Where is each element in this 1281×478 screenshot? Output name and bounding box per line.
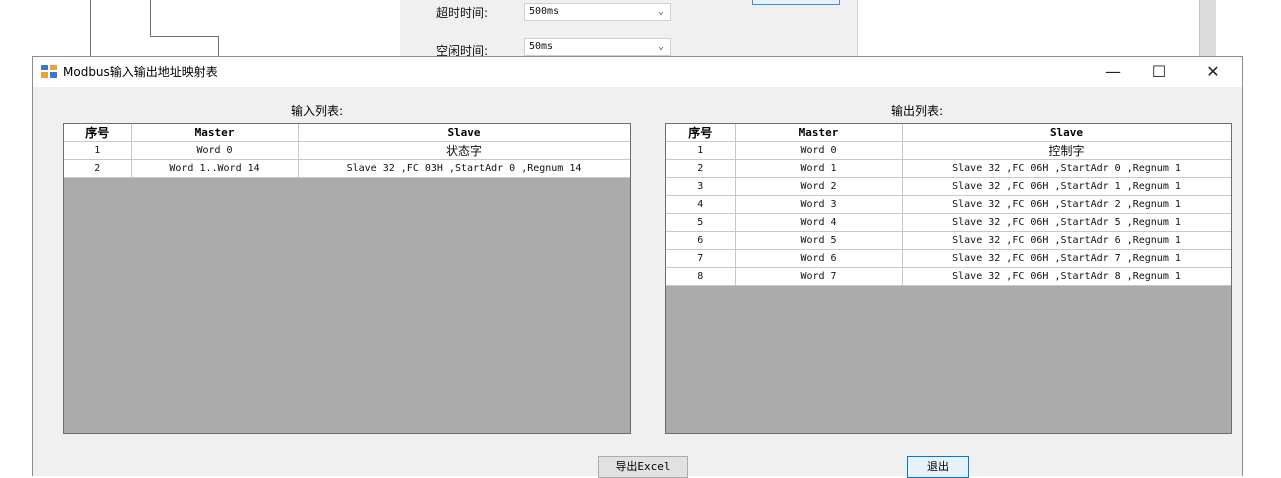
background-scrollbar[interactable]	[1199, 0, 1216, 56]
connector-line	[150, 0, 151, 36]
exit-button[interactable]: 退出	[907, 456, 969, 478]
table-row[interactable]: 6 Word 5 Slave 32 ,FC 06H ,StartAdr 6 ,R…	[666, 231, 1231, 250]
column-header-index[interactable]: 序号	[666, 124, 736, 142]
settings-panel: 超时时间: 500ms ⌄ 空闲时间: 50ms ⌄	[400, 0, 858, 58]
cell-master[interactable]: Word 0	[130, 141, 299, 160]
maximize-icon: ☐	[1151, 62, 1167, 81]
table-row[interactable]: 5 Word 4 Slave 32 ,FC 06H ,StartAdr 5 ,R…	[666, 213, 1231, 232]
close-icon: ✕	[1206, 62, 1220, 81]
cell-master[interactable]: Word 3	[734, 195, 903, 214]
connector-line	[150, 36, 218, 37]
cell-slave[interactable]: Slave 32 ,FC 06H ,StartAdr 2 ,Regnum 1	[901, 195, 1231, 214]
minimize-button[interactable]: —	[1090, 57, 1136, 87]
column-header-index[interactable]: 序号	[64, 124, 132, 142]
output-list-title: 输出列表:	[891, 104, 944, 118]
mapping-dialog: Modbus输入输出地址映射表 — ☐ ✕ 输入列表: 序号 Master Sl…	[32, 56, 1243, 478]
cell-slave[interactable]: Slave 32 ,FC 06H ,StartAdr 8 ,Regnum 1	[901, 267, 1231, 286]
cell-slave[interactable]: 控制字	[901, 141, 1231, 160]
table-row[interactable]: 2 Word 1 Slave 32 ,FC 06H ,StartAdr 0 ,R…	[666, 159, 1231, 178]
cell-master[interactable]: Word 1..Word 14	[130, 159, 299, 178]
column-header-master[interactable]: Master	[734, 124, 903, 142]
cell-master[interactable]: Word 6	[734, 249, 903, 268]
cell-index[interactable]: 8	[666, 267, 736, 286]
title-bar[interactable]: Modbus输入输出地址映射表 — ☐ ✕	[33, 57, 1242, 87]
cell-master[interactable]: Word 1	[734, 159, 903, 178]
cell-master[interactable]: Word 0	[734, 141, 903, 160]
table-row[interactable]: 3 Word 2 Slave 32 ,FC 06H ,StartAdr 1 ,R…	[666, 177, 1231, 196]
table-header-row: 序号 Master Slave	[666, 124, 1231, 142]
connector-line	[218, 36, 219, 56]
cell-index[interactable]: 1	[666, 141, 736, 160]
timeout-select[interactable]: 500ms ⌄	[524, 3, 671, 21]
minimize-icon: —	[1105, 62, 1121, 81]
background-button[interactable]	[752, 0, 840, 5]
cell-slave[interactable]: Slave 32 ,FC 06H ,StartAdr 6 ,Regnum 1	[901, 231, 1231, 250]
cell-slave[interactable]: Slave 32 ,FC 06H ,StartAdr 5 ,Regnum 1	[901, 213, 1231, 232]
cell-index[interactable]: 6	[666, 231, 736, 250]
table-row[interactable]: 2 Word 1..Word 14 Slave 32 ,FC 03H ,Star…	[64, 159, 630, 178]
column-header-slave[interactable]: Slave	[297, 124, 630, 142]
column-header-slave[interactable]: Slave	[901, 124, 1231, 142]
table-row[interactable]: 1 Word 0 控制字	[666, 141, 1231, 160]
table-row[interactable]: 8 Word 7 Slave 32 ,FC 06H ,StartAdr 8 ,R…	[666, 267, 1231, 286]
cell-index[interactable]: 7	[666, 249, 736, 268]
idle-select[interactable]: 50ms ⌄	[524, 38, 671, 56]
app-icon	[41, 65, 57, 78]
cell-slave[interactable]: Slave 32 ,FC 06H ,StartAdr 0 ,Regnum 1	[901, 159, 1231, 178]
cell-index[interactable]: 5	[666, 213, 736, 232]
cell-master[interactable]: Word 2	[734, 177, 903, 196]
cell-index[interactable]: 2	[666, 159, 736, 178]
close-button[interactable]: ✕	[1190, 57, 1236, 87]
timeout-value: 500ms	[529, 6, 560, 17]
cell-index[interactable]: 2	[64, 159, 132, 178]
maximize-button[interactable]: ☐	[1136, 57, 1182, 87]
table-header-row: 序号 Master Slave	[64, 124, 630, 142]
output-grid[interactable]: 序号 Master Slave 1 Word 0 控制字 2 Word 1 Sl…	[665, 123, 1232, 434]
chevron-down-icon: ⌄	[657, 41, 664, 52]
cell-slave[interactable]: Slave 32 ,FC 03H ,StartAdr 0 ,Regnum 14	[297, 159, 630, 178]
cell-master[interactable]: Word 4	[734, 213, 903, 232]
cell-index[interactable]: 4	[666, 195, 736, 214]
cell-slave[interactable]: Slave 32 ,FC 06H ,StartAdr 1 ,Regnum 1	[901, 177, 1231, 196]
table-row[interactable]: 4 Word 3 Slave 32 ,FC 06H ,StartAdr 2 ,R…	[666, 195, 1231, 214]
export-excel-button[interactable]: 导出Excel	[598, 456, 688, 478]
input-list-title: 输入列表:	[291, 104, 344, 118]
cell-master[interactable]: Word 5	[734, 231, 903, 250]
window-title: Modbus输入输出地址映射表	[63, 65, 218, 79]
input-table: 序号 Master Slave 1 Word 0 状态字 2 Word 1..W…	[64, 124, 630, 178]
cell-slave[interactable]: Slave 32 ,FC 06H ,StartAdr 7 ,Regnum 1	[901, 249, 1231, 268]
cell-slave[interactable]: 状态字	[297, 141, 630, 160]
output-table: 序号 Master Slave 1 Word 0 控制字 2 Word 1 Sl…	[666, 124, 1231, 286]
connector-line	[90, 0, 91, 56]
cell-index[interactable]: 3	[666, 177, 736, 196]
idle-value: 50ms	[529, 41, 554, 52]
cell-index[interactable]: 1	[64, 141, 132, 160]
column-header-master[interactable]: Master	[130, 124, 299, 142]
timeout-label: 超时时间:	[436, 6, 489, 20]
table-row[interactable]: 7 Word 6 Slave 32 ,FC 06H ,StartAdr 7 ,R…	[666, 249, 1231, 268]
table-row[interactable]: 1 Word 0 状态字	[64, 141, 630, 160]
cell-master[interactable]: Word 7	[734, 267, 903, 286]
chevron-down-icon: ⌄	[657, 6, 664, 17]
input-grid[interactable]: 序号 Master Slave 1 Word 0 状态字 2 Word 1..W…	[63, 123, 631, 434]
